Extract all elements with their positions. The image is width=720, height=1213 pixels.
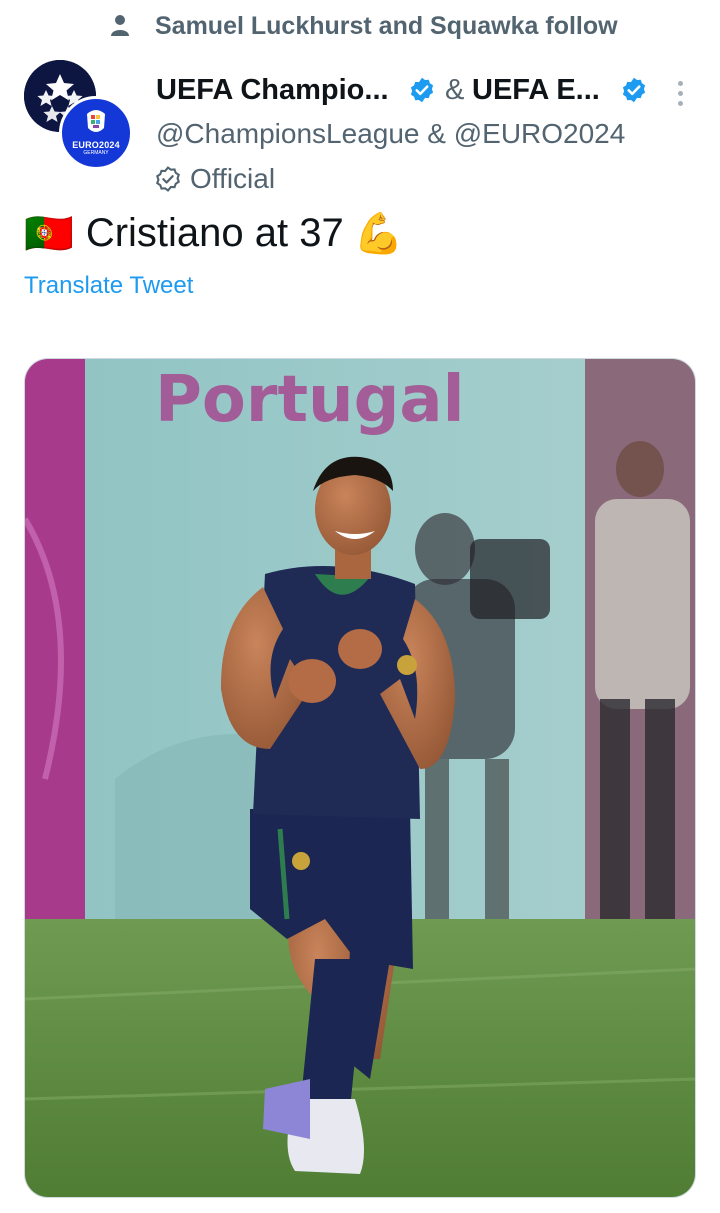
banner-text: Portugal — [155, 363, 465, 437]
verified-badge-icon — [410, 77, 434, 103]
official-label-row: Official — [154, 160, 275, 198]
social-context-text: Samuel Luckhurst and Squawka follow — [155, 12, 618, 40]
author-name-primary[interactable]: UEFA Champio... — [156, 74, 389, 107]
author-separator: & — [445, 74, 465, 106]
author-avatars[interactable]: EURO2024 GERMANY — [24, 60, 134, 170]
verified-badge-icon — [622, 77, 646, 103]
author-name-secondary[interactable]: UEFA E... — [472, 74, 600, 107]
photo-illustration: Portugal — [25, 359, 695, 1197]
euro-logo — [87, 110, 105, 132]
euro-badge-text: EURO2024 — [72, 140, 120, 150]
official-label: Official — [190, 163, 276, 194]
tweet-photo[interactable]: Portugal — [24, 358, 696, 1198]
author-names: UEFA Champio... & UEFA E... — [156, 72, 656, 112]
tweet-body: Cristiano at 37 — [85, 210, 344, 255]
more-options-icon[interactable] — [672, 78, 688, 108]
tweet-text: 🇵🇹 Cristiano at 37 💪 — [24, 205, 404, 261]
translate-tweet-link[interactable]: Translate Tweet — [24, 272, 193, 300]
flexed-biceps-emoji: 💪 — [353, 211, 404, 256]
author-handles[interactable]: @ChampionsLeague & @EURO2024 — [156, 118, 625, 150]
person-icon — [110, 14, 130, 45]
euro-badge-subtext: GERMANY — [83, 150, 109, 156]
portugal-flag-emoji: 🇵🇹 — [24, 211, 74, 256]
euro2024-avatar[interactable]: EURO2024 GERMANY — [59, 96, 133, 170]
official-badge-icon — [156, 166, 180, 192]
